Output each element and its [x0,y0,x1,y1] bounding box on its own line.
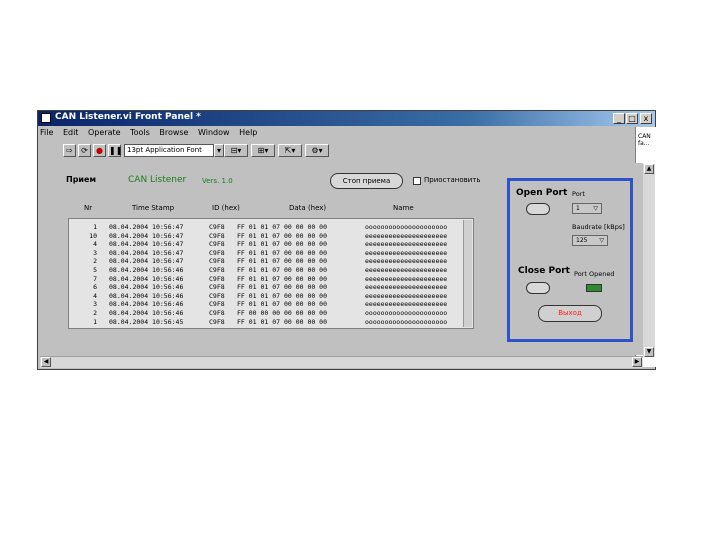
baudrate-select[interactable]: 125 ▽ [572,235,608,246]
pause-icon[interactable]: ❚❚ [108,144,122,157]
abort-stop-icon[interactable]: ● [93,144,106,157]
front-panel: Прием CAN Listener Vers. 1.0 Стоп приема… [40,163,643,355]
cell-nr: 1 [93,317,97,326]
stop-receive-button[interactable]: Стоп приема [330,173,403,189]
column-data: Data (hex) [289,204,327,212]
message-table[interactable]: 1 08.04.2004 10:56:47 C9F8 FF 01 01 07 00 0… [68,218,474,329]
chevron-down-icon: ▽ [599,237,604,244]
context-help-text: CAN fa... [638,133,651,147]
menu-help[interactable]: Help [239,128,257,137]
close-port-title: Close Port [518,266,570,276]
column-id: ID (hex) [212,204,240,212]
menu-operate[interactable]: Operate [88,128,121,137]
font-select[interactable]: 13pt Application Font [124,144,214,157]
menu-tools[interactable]: Tools [130,128,150,137]
open-port-button[interactable] [526,203,550,215]
scroll-right-icon[interactable]: ▶ [632,357,642,367]
resize-objects-icon[interactable]: ⇱▾ [278,144,302,157]
close-port-button[interactable] [526,282,550,294]
cell-id: C9F8 [209,317,225,326]
maximize-button[interactable]: □ [626,113,638,124]
scroll-left-icon[interactable]: ◀ [41,357,51,367]
menu-bar: File Edit Operate Tools Browse Window He… [40,128,264,140]
close-button[interactable]: x [640,113,652,124]
version-label: Vers. 1.0 [202,177,233,185]
table-scrollbar[interactable] [463,220,472,327]
baudrate-label: Baudrate [kBps] [572,223,625,231]
port-opened-led [586,284,602,292]
column-time-stamp: Time Stamp [132,204,175,212]
receive-heading: Прием [66,175,96,184]
run-arrow-icon[interactable]: ⇨ [63,144,76,157]
port-control-box: Open Port Port 1 ▽ Baudrate [kBps] 125 ▽… [507,178,633,342]
reorder-icon[interactable]: ⚙▾ [305,144,329,157]
column-nr: Nr [84,204,93,212]
port-select[interactable]: 1 ▽ [572,203,602,214]
labview-app-icon [41,113,51,123]
font-select-value: 13pt Application Font [127,146,202,154]
vertical-scrollbar[interactable]: ▲ ▼ [643,164,655,357]
title-bar: CAN Listener.vi Front Panel * _ □ x [38,111,655,126]
horizontal-scrollbar[interactable]: ◀ ▶ [40,356,643,368]
pause-checkbox-label: Приостановить [424,176,481,184]
minimize-button[interactable]: _ [613,113,625,124]
menu-edit[interactable]: Edit [63,128,79,137]
chevron-down-icon: ▽ [593,205,598,212]
toolbar: ⇨ ⟳ ● ❚❚ 13pt Application Font ▾ ⊟▾ ⊞▾ ⇱… [40,142,635,160]
cell-name: ooooooooooooooooooooo [365,317,448,326]
column-name: Name [393,204,414,212]
table-row: 1 08.04.2004 10:56:45 C9F8 FF 01 01 07 00 0… [69,318,459,327]
app-name: CAN Listener [128,175,187,185]
run-continuously-icon[interactable]: ⟳ [78,144,91,157]
cell-data: FF 01 01 07 00 00 00 00 [237,317,328,326]
stop-receive-label: Стоп приема [342,177,391,185]
exit-button-label: Выход [558,309,582,317]
scroll-down-icon[interactable]: ▼ [644,347,654,357]
cell-time-stamp: 08.04.2004 10:56:45 [109,317,184,326]
pause-checkbox[interactable] [413,177,421,185]
scroll-up-icon[interactable]: ▲ [644,164,654,174]
align-objects-icon[interactable]: ⊟▾ [224,144,248,157]
exit-button[interactable]: Выход [538,305,602,322]
menu-file[interactable]: File [40,128,53,137]
port-opened-label: Port Opened [574,270,615,278]
port-label: Port [572,190,585,198]
window-title: CAN Listener.vi Front Panel * [55,112,201,122]
labview-window: CAN Listener.vi Front Panel * _ □ x File… [37,110,656,370]
menu-window[interactable]: Window [198,128,230,137]
port-value: 1 [576,205,580,212]
distribute-objects-icon[interactable]: ⊞▾ [251,144,275,157]
open-port-title: Open Port [516,188,568,198]
baudrate-value: 125 [576,237,588,244]
menu-browse[interactable]: Browse [159,128,188,137]
chevron-down-icon[interactable]: ▾ [214,144,224,157]
